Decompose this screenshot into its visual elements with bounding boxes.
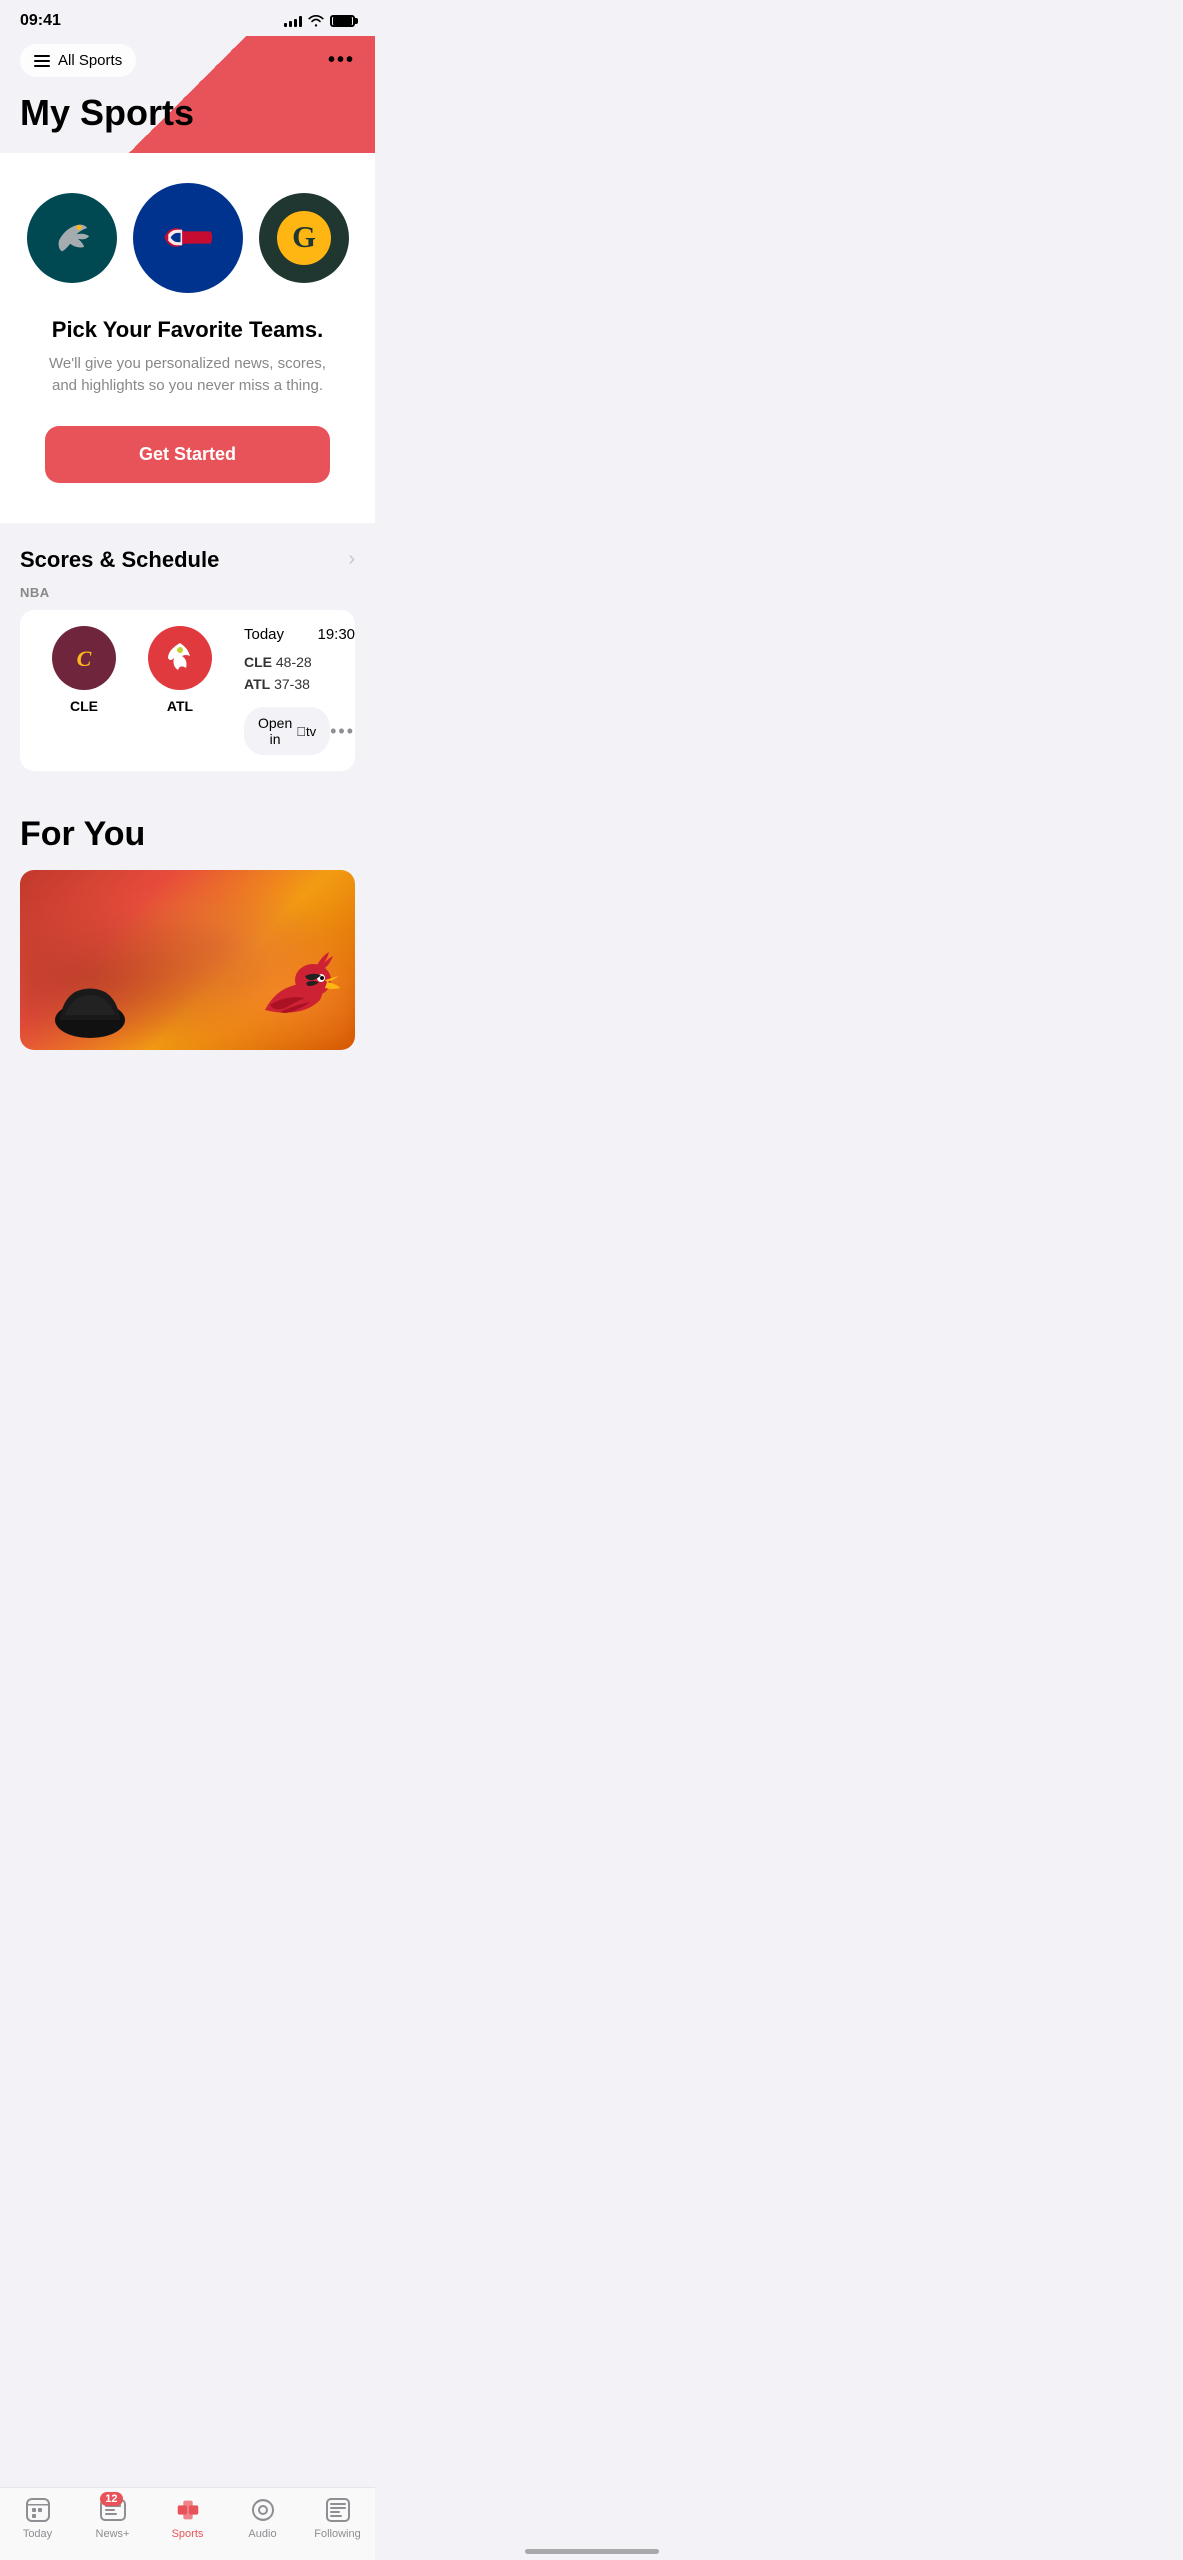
hawks-logo <box>148 626 212 690</box>
atl-abbr: ATL <box>167 698 193 714</box>
wifi-icon <box>308 15 324 27</box>
team-cle: C CLE <box>36 626 132 756</box>
for-you-title: For You <box>20 815 355 854</box>
team-atl: ATL <box>132 626 228 756</box>
cle-record: CLE 48-28 <box>244 651 355 673</box>
packers-logo: G <box>259 193 349 283</box>
get-started-button[interactable]: Get Started <box>45 426 330 483</box>
atl-record: ATL 37-38 <box>244 673 355 695</box>
today-icon <box>24 2496 52 2524</box>
scores-chevron-icon[interactable]: › <box>348 548 355 571</box>
eagles-logo <box>27 193 117 283</box>
game-time: 19:30 <box>317 626 355 643</box>
game-teams-row: C CLE ATL Toda <box>36 626 339 756</box>
game-card: C CLE ATL Toda <box>20 610 355 772</box>
signal-icon <box>284 15 302 27</box>
tab-bar: Today 12 News+ Sports <box>0 2487 375 2560</box>
header: All Sports ••• My Sports <box>0 36 375 153</box>
news-label: News+ <box>96 2528 130 2540</box>
more-options-button[interactable]: ••• <box>328 49 355 72</box>
status-bar: 09:41 <box>0 0 375 36</box>
scores-section: Scores & Schedule › NBA C CLE <box>0 523 375 772</box>
page-title: My Sports <box>20 93 355 133</box>
game-datetime: Today 19:30 <box>244 626 355 643</box>
all-sports-button[interactable]: All Sports <box>20 44 136 77</box>
tab-sports[interactable]: Sports <box>158 2496 218 2540</box>
cle-abbr: CLE <box>70 698 98 714</box>
today-label: Today <box>23 2528 52 2540</box>
tab-spacer <box>0 1050 375 1140</box>
news-badge: 12 <box>100 2492 122 2506</box>
battery-icon <box>330 15 355 27</box>
game-info: Today 19:30 CLE 48-28 ATL 37-38 <box>228 626 355 756</box>
game-date: Today <box>244 626 284 643</box>
for-you-card[interactable] <box>20 870 355 1050</box>
svg-text:G: G <box>292 220 316 254</box>
scores-header: Scores & Schedule › <box>20 547 355 573</box>
pick-teams-subtitle: We'll give you personalized news, scores… <box>38 353 338 398</box>
home-indicator <box>525 2549 659 2554</box>
teams-section: G Pick Your Favorite Teams. We'll give y… <box>0 153 375 523</box>
status-time: 09:41 <box>20 12 61 30</box>
tab-news[interactable]: 12 News+ <box>83 2496 143 2540</box>
league-label: NBA <box>20 585 355 600</box>
apple-tv-icon: tv <box>296 724 316 739</box>
tab-today[interactable]: Today <box>8 2496 68 2540</box>
svg-text:C: C <box>77 646 92 671</box>
helmet-shape <box>50 970 130 1040</box>
cardinals-bird-icon <box>245 940 345 1040</box>
game-records: CLE 48-28 ATL 37-38 <box>244 651 355 696</box>
game-more-options[interactable]: ••• <box>330 721 355 742</box>
all-sports-label: All Sports <box>58 52 122 69</box>
open-tv-button[interactable]: Open in tv <box>244 707 330 755</box>
following-icon <box>324 2496 352 2524</box>
hamburger-icon <box>34 55 50 67</box>
header-nav: All Sports ••• <box>20 44 355 77</box>
sports-label: Sports <box>172 2528 204 2540</box>
game-actions: Open in tv ••• <box>244 707 355 755</box>
audio-icon <box>249 2496 277 2524</box>
for-you-section: For You <box>0 791 375 1050</box>
news-icon: 12 <box>99 2496 127 2524</box>
cavaliers-logo: C <box>52 626 116 690</box>
audio-label: Audio <box>248 2528 276 2540</box>
sports-icon <box>174 2496 202 2524</box>
pick-teams-title: Pick Your Favorite Teams. <box>20 317 355 343</box>
following-label: Following <box>314 2528 360 2540</box>
tab-following[interactable]: Following <box>308 2496 368 2540</box>
bills-logo <box>133 183 243 293</box>
team-logos: G <box>20 183 355 293</box>
tab-audio[interactable]: Audio <box>233 2496 293 2540</box>
scores-title: Scores & Schedule <box>20 547 219 573</box>
status-icons <box>284 15 355 27</box>
